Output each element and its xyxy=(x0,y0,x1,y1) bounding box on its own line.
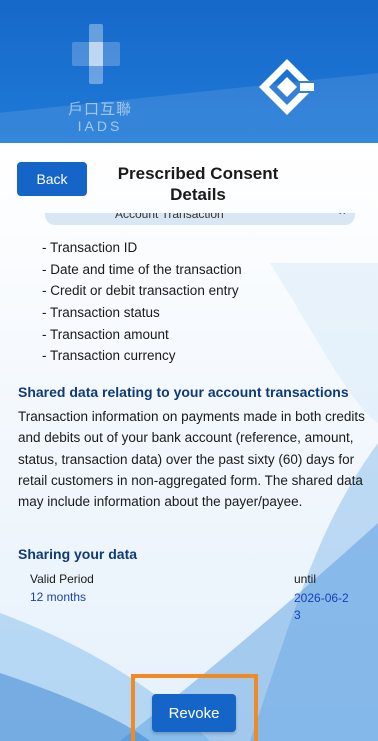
back-button[interactable]: Back xyxy=(17,162,87,196)
iads-latin-text: IADS xyxy=(77,118,123,134)
consent-scroll-panel[interactable]: Account Transaction ^ - Transaction ID -… xyxy=(0,213,378,741)
valid-period-label: Valid Period xyxy=(30,572,94,586)
valid-period-value: 12 months xyxy=(30,590,87,604)
revoke-button[interactable]: Revoke xyxy=(152,694,236,732)
collapse-chevron-icon[interactable]: ^ xyxy=(339,213,345,221)
data-fields-list: - Transaction ID - Date and time of the … xyxy=(42,237,242,367)
list-item: - Transaction status xyxy=(42,305,160,321)
iads-logo: 戶口互聯 IADS xyxy=(54,24,144,136)
list-item: - Transaction amount xyxy=(42,326,169,342)
account-transaction-card[interactable]: Account Transaction ^ xyxy=(45,213,355,225)
shared-data-heading: Shared data relating to your account tra… xyxy=(18,384,349,400)
consent-details-content: Back Prescribed Consent Details Account … xyxy=(0,143,378,741)
until-label: until xyxy=(294,572,317,586)
list-item: - Date and time of the transaction xyxy=(42,261,242,277)
iads-mark-icon xyxy=(72,24,120,84)
iads-cjk-text: 戶口互聯 xyxy=(67,100,132,118)
list-item: - Transaction currency xyxy=(42,348,176,364)
bank-logo-icon xyxy=(259,59,314,115)
shared-data-description: Transaction information on payments made… xyxy=(18,409,365,510)
sharing-data-heading: Sharing your data xyxy=(18,546,138,562)
list-item: - Transaction ID xyxy=(42,240,138,255)
app-header: 戶口互聯 IADS xyxy=(0,0,378,143)
account-transaction-label: Account Transaction xyxy=(115,213,224,221)
list-item: - Credit or debit transaction entry xyxy=(42,283,239,299)
page-title: Prescribed Consent Details xyxy=(117,164,279,204)
until-date-value: 2026-06-23 xyxy=(294,591,349,622)
